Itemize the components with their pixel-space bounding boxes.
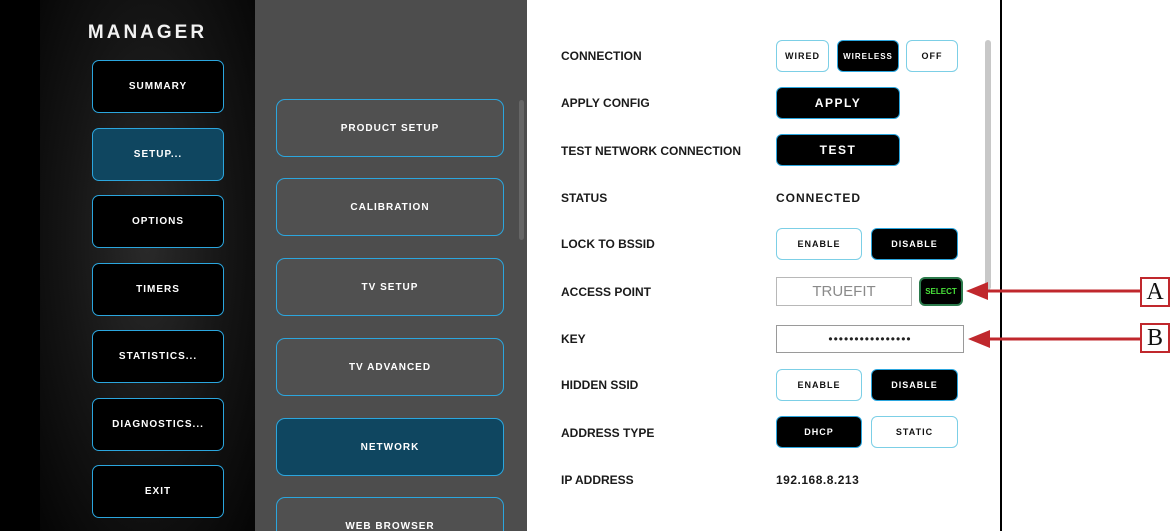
screen: MANAGER SUMMARY SETUP... OPTIONS TIMERS … (0, 0, 1171, 531)
callout-a: A (1140, 277, 1170, 307)
callout-b-arrowhead (968, 330, 990, 348)
callout-b: B (1140, 323, 1170, 353)
callout-a-arrowhead (966, 282, 988, 300)
callout-arrows (966, 282, 1140, 348)
